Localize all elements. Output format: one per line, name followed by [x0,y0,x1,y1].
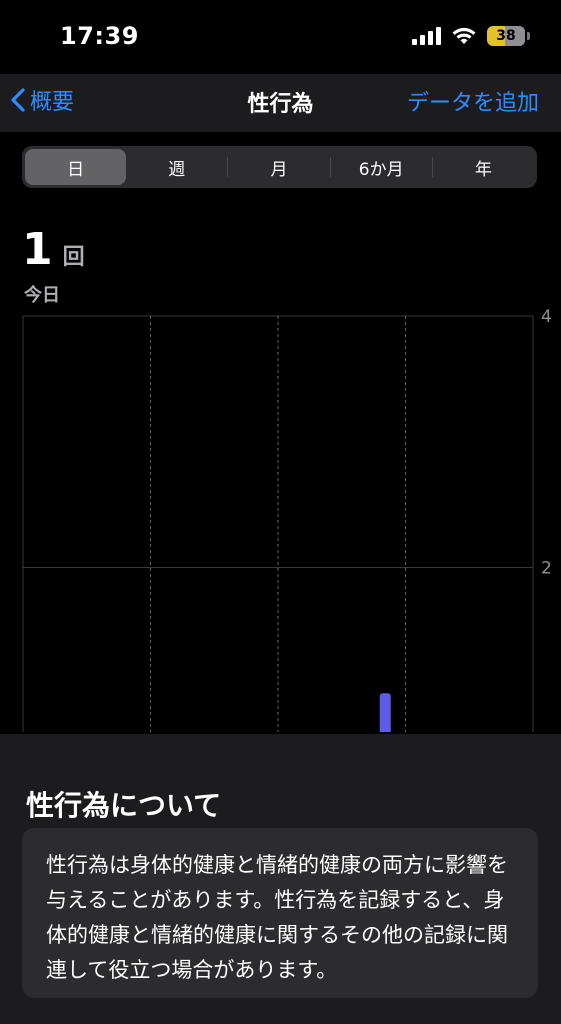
status-bar: 17:39 38 [0,0,561,74]
tab-month[interactable]: 月 [228,149,329,185]
chart-section: 日 週 月 6か月 年 1 回 今日 4200 時6 時12 時18 時 [0,132,561,734]
wifi-icon [452,27,476,44]
summary-value: 1 回 [22,224,85,275]
about-title: 性行為について [26,789,222,822]
add-data-button[interactable]: データを追加 [407,85,539,117]
chart-bar [379,693,391,732]
y-tick-label: 4 [541,307,552,327]
tab-day[interactable]: 日 [25,149,127,185]
status-time: 17:39 [60,22,139,50]
summary-unit: 回 [62,245,85,270]
tab-year[interactable]: 年 [433,149,534,185]
about-section: 性行為について 性行為は身体的健康と情緒的健康の両方に影響を与えることがあります… [0,734,561,1024]
battery-icon: 38 [487,26,530,46]
about-card: 性行為は身体的健康と情緒的健康の両方に影響を与えることがあります。性行為を記録す… [22,828,538,998]
navigation-bar: 概要 性行為 データを追加 [0,74,561,132]
y-tick-label: 2 [541,559,552,579]
sexual-activity-chart[interactable]: 4200 時6 時12 時18 時 [0,302,561,732]
status-icons: 38 [412,26,530,46]
about-body: 性行為は身体的健康と情緒的健康の両方に影響を与えることがあります。性行為を記録す… [46,853,508,982]
cellular-signal-icon [412,27,441,45]
battery-level: 38 [496,28,516,44]
summary-count: 1 [22,224,53,275]
tab-week[interactable]: 週 [126,149,227,185]
time-range-control: 日 週 月 6か月 年 [22,146,537,188]
tab-six-months[interactable]: 6か月 [331,149,432,185]
